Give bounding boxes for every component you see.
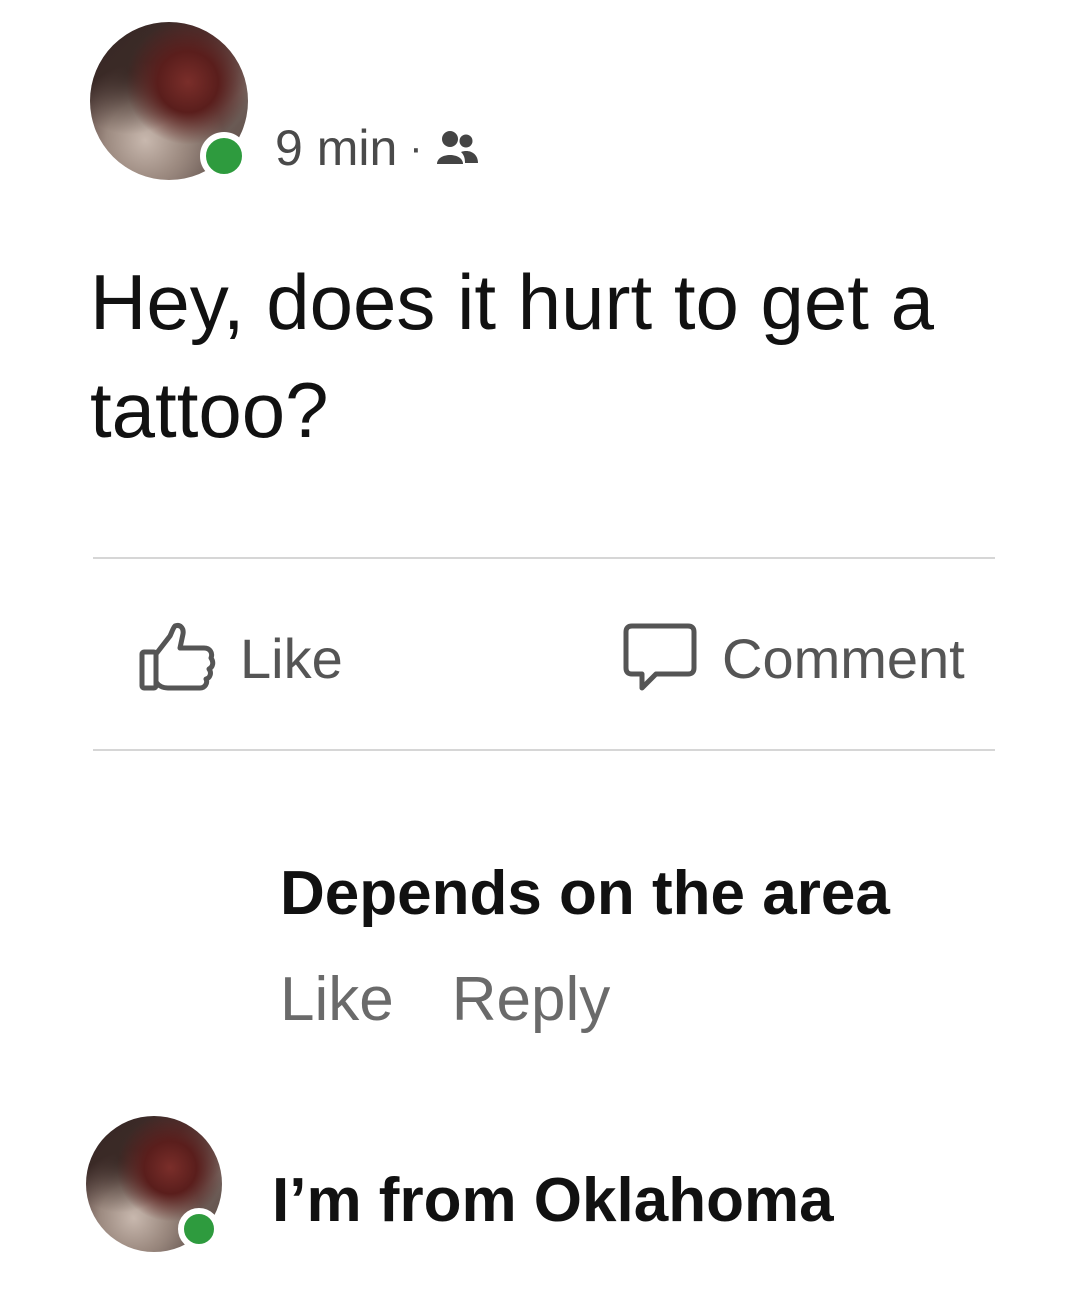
meta-separator: · [409,125,423,170]
like-label: Like [240,626,343,690]
comment-text: Depends on the area [280,859,890,928]
online-status-dot [178,1208,220,1250]
comment-reply-link[interactable]: Reply [452,964,611,1035]
post-text: Hey, does it hurt to get a tattoo? [90,258,935,454]
reply-author-avatar-wrap[interactable] [86,1116,226,1256]
post-meta: 9 min · [275,118,479,178]
friends-icon[interactable] [435,128,479,168]
online-status-dot [200,132,248,180]
comment-actions: Like Reply [280,964,610,1035]
divider-bottom [93,749,995,751]
like-button[interactable]: Like [138,622,343,694]
thumbs-up-icon [138,622,216,694]
post-time[interactable]: 9 min [275,119,397,177]
speech-bubble-icon [622,622,698,694]
divider-top [93,557,995,559]
comment-button[interactable]: Comment [622,622,965,694]
comment-label: Comment [722,626,965,690]
post-author-avatar-wrap[interactable] [90,22,250,182]
reply-text: I’m from Oklahoma [272,1166,834,1235]
comment-like-link[interactable]: Like [280,964,394,1035]
